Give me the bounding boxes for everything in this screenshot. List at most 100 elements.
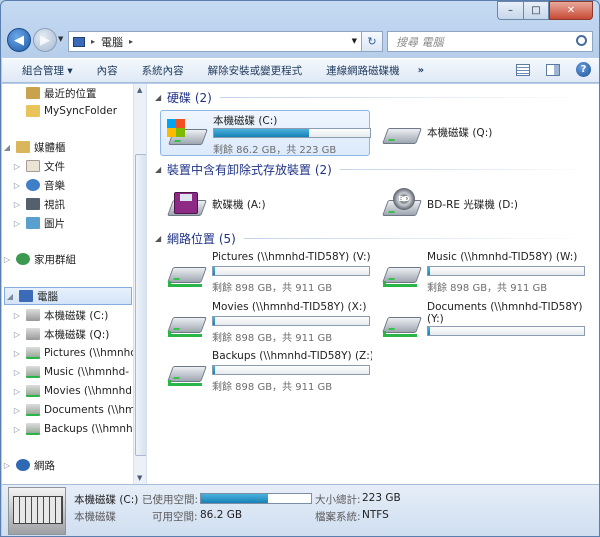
search-icon[interactable] [576, 35, 587, 46]
collapse-arrow-icon[interactable]: ◢ [155, 93, 167, 102]
collapse-arrow-icon[interactable]: ◢ [5, 292, 15, 301]
nav-item-pictures[interactable]: ▷ 圖片 [2, 214, 65, 232]
expand-arrow-icon[interactable]: ▷ [12, 349, 22, 358]
expand-arrow-icon[interactable]: ▷ [12, 330, 22, 339]
back-button[interactable]: ◀ [7, 28, 31, 52]
scroll-thumb[interactable] [135, 154, 146, 456]
drive-tile-x[interactable]: Movies (\\hmnhd-TID58Y) (X:) 剩餘 898 GB，共… [160, 299, 370, 345]
drive-tile-q[interactable]: 本機磁碟 (Q:) [375, 110, 585, 156]
collapse-arrow-icon[interactable]: ◢ [155, 234, 167, 243]
expand-arrow-icon[interactable]: ▷ [2, 461, 12, 470]
system-drive-icon [167, 119, 208, 149]
usage-bar [213, 128, 371, 138]
nav-scrollbar[interactable]: ▲ ▼ [133, 84, 146, 484]
details-fs-value: NTFS [362, 509, 389, 521]
maximize-button[interactable]: □ [523, 1, 549, 20]
minimize-button[interactable]: – [497, 1, 523, 20]
nav-item-documents[interactable]: ▷ 文件 [2, 157, 65, 175]
hard-drive-icon [26, 328, 40, 340]
drive-tile-z[interactable]: Backups (\\hmnhd-TID58Y) (Z:) 剩餘 898 GB，… [160, 348, 372, 394]
caption-buttons: – □ ✕ [497, 1, 593, 20]
nav-item-pictures-share[interactable]: ▷ Pictures (\\hmnhc [2, 344, 136, 362]
content-pane: ◢ 硬碟 (2) 本機磁碟 (C:) 剩餘 86.2 GB，共 223 GB 本機… [147, 84, 599, 484]
expand-arrow-icon[interactable]: ▷ [2, 255, 12, 264]
drive-tile-y[interactable]: Documents (\\hmnhd-TID58Y) (Y:) [375, 299, 585, 345]
nav-item-backups-share[interactable]: ▷ Backups (\\hmnh [2, 420, 133, 438]
network-drive-icon [26, 404, 40, 416]
properties-button[interactable]: 內容 [85, 63, 130, 78]
group-header-removable[interactable]: ◢ 裝置中含有卸除式存放裝置 (2) [155, 161, 593, 177]
expand-arrow-icon[interactable]: ▷ [12, 406, 22, 415]
nav-item-mysyncfolder[interactable]: MySyncFolder [2, 102, 117, 120]
drive-tile-a[interactable]: 軟碟機 (A:) [160, 182, 370, 228]
breadcrumb-separator-icon[interactable]: ▸ [129, 37, 133, 46]
drive-tile-c[interactable]: 本機磁碟 (C:) 剩餘 86.2 GB，共 223 GB [160, 110, 371, 156]
expand-arrow-icon[interactable]: ▷ [12, 311, 22, 320]
details-total-label: 大小總計: [315, 494, 361, 506]
refresh-button[interactable]: ↻ [361, 31, 383, 52]
help-icon[interactable]: ? [576, 62, 591, 77]
nav-item-libraries[interactable]: ◢ 媒體櫃 [2, 138, 66, 156]
change-view-icon[interactable] [516, 63, 530, 76]
library-icon [16, 141, 30, 153]
group-header-network-locations[interactable]: ◢ 網路位置 (5) [155, 230, 593, 246]
collapse-arrow-icon[interactable]: ◢ [155, 165, 167, 174]
details-drive-name: 本機磁碟 (C:) [74, 494, 139, 506]
expand-arrow-icon[interactable]: ▷ [12, 200, 22, 209]
drive-tile-v[interactable]: Pictures (\\hmnhd-TID58Y) (V:) 剩餘 898 GB… [160, 249, 371, 295]
address-bar[interactable]: ▸ 電腦 ▸ ▼ [68, 31, 362, 52]
scroll-down-icon[interactable]: ▼ [137, 474, 142, 482]
expand-arrow-icon[interactable]: ▷ [12, 425, 22, 434]
system-properties-button[interactable]: 系統內容 [130, 63, 196, 78]
network-drive-icon [26, 385, 40, 397]
drive-thumbnail-icon [8, 487, 66, 535]
address-dropdown-icon[interactable]: ▼ [352, 37, 357, 45]
network-icon [16, 459, 30, 471]
breadcrumb-computer[interactable]: 電腦 [101, 34, 123, 50]
uninstall-program-button[interactable]: 解除安裝或變更程式 [196, 63, 315, 78]
nav-item-movies-share[interactable]: ▷ Movies (\\hmnhd [2, 382, 132, 400]
computer-icon [19, 290, 33, 302]
preview-pane-icon[interactable] [546, 63, 560, 76]
nav-item-network[interactable]: ▷ 網路 [2, 456, 55, 474]
hard-drive-icon [381, 118, 422, 148]
nav-item-recent[interactable]: 最近的位置 [2, 84, 97, 102]
collapse-arrow-icon[interactable]: ◢ [2, 143, 12, 152]
close-button[interactable]: ✕ [549, 1, 593, 20]
expand-arrow-icon[interactable]: ▷ [12, 181, 22, 190]
network-drive-icon [26, 423, 40, 435]
network-drive-icon [26, 347, 40, 359]
usage-fill [213, 366, 216, 374]
nav-item-music[interactable]: ▷ 音樂 [2, 176, 65, 194]
details-used-label: 已使用空間: [142, 494, 199, 506]
nav-item-computer[interactable]: ◢ 電腦 [4, 287, 132, 305]
drive-tile-d[interactable]: BD BD-RE 光碟機 (D:) [375, 182, 585, 228]
details-usage-bar [200, 493, 312, 504]
recent-pages-chevron-icon[interactable]: ▼ [58, 35, 63, 43]
map-network-drive-button[interactable]: 連線網路磁碟機 [314, 63, 412, 78]
details-free-value: 86.2 GB [200, 509, 243, 521]
breadcrumb-separator-icon[interactable]: ▸ [91, 37, 95, 46]
group-header-hard-drives[interactable]: ◢ 硬碟 (2) [155, 89, 593, 105]
expand-arrow-icon[interactable]: ▷ [12, 368, 22, 377]
documents-icon [26, 160, 40, 172]
organize-button[interactable]: 組合管理 ▾ [2, 63, 85, 78]
drive-tile-w[interactable]: Music (\\hmnhd-TID58Y) (W:) 剩餘 898 GB，共 … [375, 249, 585, 295]
expand-arrow-icon[interactable]: ▷ [12, 219, 22, 228]
nav-item-music-share[interactable]: ▷ Music (\\hmnhd- [2, 363, 129, 381]
usage-fill [201, 494, 269, 503]
scroll-up-icon[interactable]: ▲ [137, 86, 142, 94]
more-commands-button[interactable]: » [412, 65, 430, 76]
search-input[interactable]: 搜尋 電腦 [387, 31, 593, 52]
details-pane: 本機磁碟 (C:) 已使用空間: 大小總計: 223 GB 本機磁碟 可用空間:… [2, 484, 599, 536]
expand-arrow-icon[interactable]: ▷ [12, 387, 22, 396]
nav-item-q-drive[interactable]: ▷ 本機磁碟 (Q:) [2, 325, 109, 343]
hard-drive-icon [26, 309, 40, 321]
usage-fill [214, 129, 310, 137]
expand-arrow-icon[interactable]: ▷ [12, 162, 22, 171]
nav-item-documents-share[interactable]: ▷ Documents (\\hm [2, 401, 135, 419]
nav-item-video[interactable]: ▷ 視訊 [2, 195, 65, 213]
forward-button[interactable]: ▶ [33, 28, 57, 52]
nav-item-c-drive[interactable]: ▷ 本機磁碟 (C:) [2, 306, 108, 324]
nav-item-homegroup[interactable]: ▷ 家用群組 [2, 250, 76, 268]
